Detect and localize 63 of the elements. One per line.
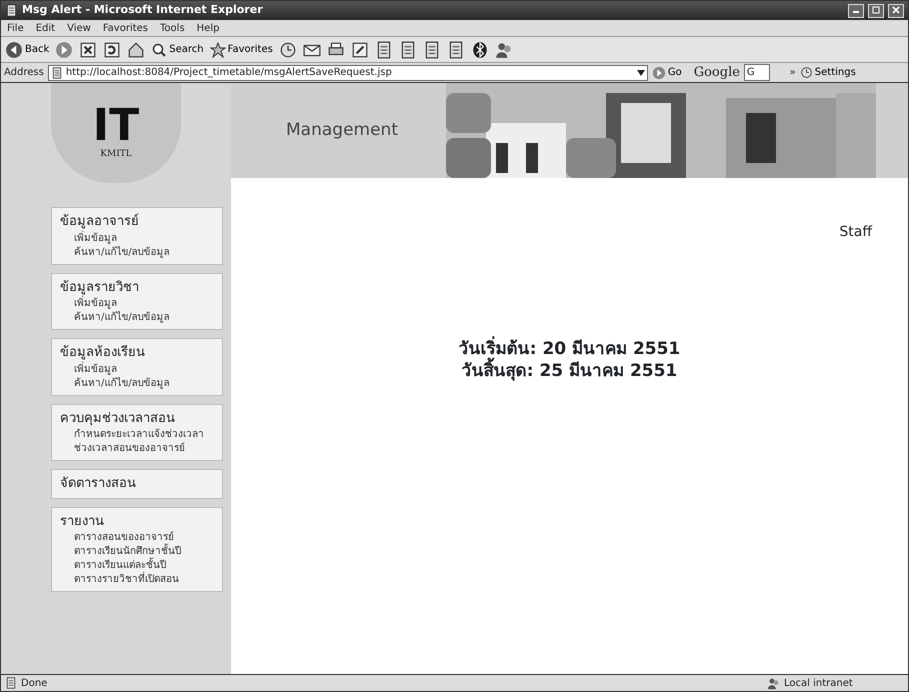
sidebar-link[interactable]: กำหนดระยะเวลาแจ้งช่วงเวลา (60, 428, 214, 442)
settings-button[interactable]: Settings (800, 65, 856, 80)
menu-item[interactable]: Favorites (102, 20, 148, 36)
sidebar-link[interactable]: ตารางรายวิชาที่เปิดสอน (60, 573, 214, 587)
menu-item[interactable]: Edit (36, 20, 56, 36)
zone-text: Local intranet (784, 676, 854, 690)
maximize-button[interactable] (868, 4, 884, 18)
refresh-icon[interactable] (103, 40, 122, 58)
sidebar-link[interactable]: เพิ่มข้อมูล (60, 232, 214, 246)
user-role: Staff (838, 223, 872, 242)
page-icon (50, 66, 63, 78)
menu-item[interactable]: Tools (160, 20, 185, 36)
banner-title: Management (286, 118, 399, 142)
sidebar-link[interactable]: เพิ่มข้อมูล (60, 297, 214, 311)
close-button[interactable] (888, 4, 904, 18)
menu-item[interactable]: Help (196, 20, 220, 36)
clock-icon[interactable] (278, 40, 297, 58)
logo-drawing: IT KMITL (51, 83, 181, 183)
menu-item[interactable]: File (7, 20, 24, 36)
address-label: Address (4, 66, 44, 80)
close-icon (892, 6, 900, 14)
star-icon (210, 42, 226, 58)
sidebar-heading[interactable]: ควบคุมช่วงเวลาสอน (60, 408, 214, 428)
sidebar-link[interactable]: ตารางเรียนแต่ละชั้นปี (60, 559, 214, 573)
sidebar-link[interactable]: เพิ่มข้อมูล (60, 362, 214, 376)
dropdown-arrow-icon[interactable] (636, 70, 645, 76)
sidebar-heading[interactable]: รายงาน (60, 512, 214, 531)
sidebar-link[interactable]: ตารางสอนของอาจารย์ (60, 531, 214, 545)
status-text: Done (21, 676, 48, 690)
window-title: Msg Alert - Microsoft Internet Explorer (22, 2, 264, 18)
toolbar-button[interactable]: Favorites (210, 42, 273, 58)
toolbar-button[interactable]: Back (5, 40, 50, 58)
sidebar-link[interactable]: ค้นหา/แก้ไข/ลบข้อมูล (60, 311, 214, 325)
toolbar-button[interactable]: Search (151, 42, 204, 58)
intranet-icon (767, 676, 780, 690)
maximize-icon (872, 6, 880, 14)
settings-icon (800, 66, 813, 79)
go-button[interactable]: Go (652, 65, 682, 80)
sidebar-link[interactable]: ค้นหา/แก้ไข/ลบข้อมูล (60, 246, 214, 260)
bluetooth-icon[interactable] (470, 40, 489, 58)
google-label: Google (694, 64, 740, 82)
forward-icon[interactable] (55, 40, 74, 58)
date-text: วันสิ้นสุด: 25 มีนาคม 2551 (462, 360, 678, 382)
sidebar-heading[interactable]: จัดตารางสอน (60, 474, 214, 494)
people-icon[interactable] (494, 40, 513, 58)
stop-icon[interactable] (79, 40, 98, 58)
sidebar-heading[interactable]: ข้อมูลรายวิชา (60, 278, 214, 297)
sidebar-link[interactable]: ค้นหา/แก้ไข/ลบข้อมูล (60, 376, 214, 390)
google-field[interactable]: G (744, 64, 770, 81)
page-icon (5, 4, 18, 17)
more-chevron[interactable]: » (790, 65, 796, 80)
home-icon[interactable] (127, 40, 146, 58)
search-icon (151, 42, 168, 58)
url-text: http://localhost:8084/Project_timetable/msgAlertSaveRequest.jsp (66, 66, 393, 80)
sidebar-heading[interactable]: ข้อมูลอาจารย์ (60, 212, 214, 232)
back-icon (5, 40, 23, 58)
edit-icon[interactable] (350, 40, 369, 58)
menu-item[interactable]: View (67, 20, 91, 36)
address-field[interactable]: http://localhost:8084/Project_timetable/msgAlertSaveRequest.jsp (48, 64, 648, 80)
sidebar-link[interactable]: ตารางเรียนนักศึกษาชั้นปี (60, 545, 214, 559)
sidebar-link[interactable]: ช่วงเวลาสอนของอาจารย์ (60, 442, 214, 456)
sidebar-heading[interactable]: ข้อมูลห้องเรียน (60, 343, 214, 362)
minimize-button[interactable] (848, 4, 864, 18)
